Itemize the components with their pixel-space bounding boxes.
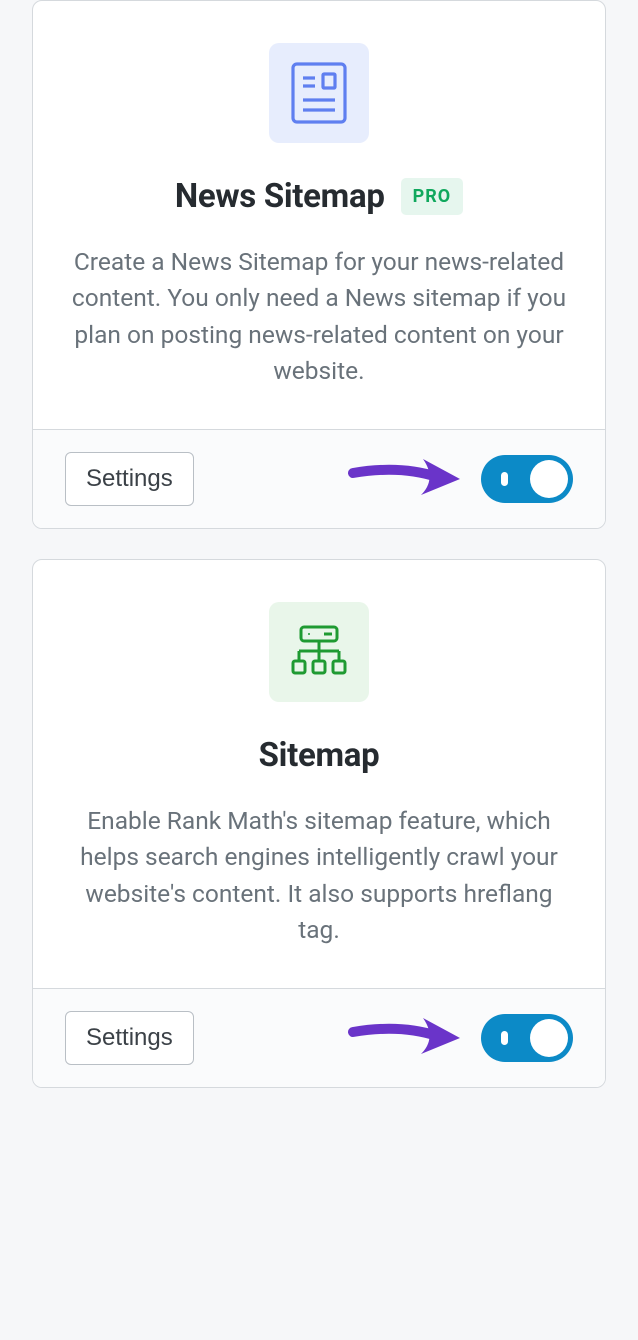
- card-description: Create a News Sitemap for your news-rela…: [61, 244, 577, 389]
- feature-card-sitemap: Sitemap Enable Rank Math's sitemap featu…: [32, 559, 606, 1088]
- card-description: Enable Rank Math's sitemap feature, whic…: [61, 803, 577, 948]
- sitemap-icon: [269, 602, 369, 702]
- pro-badge: PRO: [401, 178, 464, 215]
- news-sitemap-icon: [269, 43, 369, 143]
- feature-toggle[interactable]: [481, 1014, 573, 1062]
- settings-button[interactable]: Settings: [65, 1011, 194, 1065]
- title-row: News Sitemap PRO: [61, 177, 577, 216]
- title-row: Sitemap: [61, 736, 577, 775]
- card-footer: Settings: [33, 988, 605, 1087]
- settings-button[interactable]: Settings: [65, 452, 194, 506]
- card-title: News Sitemap: [175, 177, 385, 216]
- arrow-annotation-icon: [345, 1010, 465, 1066]
- card-footer: Settings: [33, 429, 605, 528]
- feature-card-news-sitemap: News Sitemap PRO Create a News Sitemap f…: [32, 0, 606, 529]
- card-body: News Sitemap PRO Create a News Sitemap f…: [33, 1, 605, 429]
- card-body: Sitemap Enable Rank Math's sitemap featu…: [33, 560, 605, 988]
- feature-toggle[interactable]: [481, 455, 573, 503]
- arrow-annotation-icon: [345, 451, 465, 507]
- card-title: Sitemap: [259, 736, 380, 775]
